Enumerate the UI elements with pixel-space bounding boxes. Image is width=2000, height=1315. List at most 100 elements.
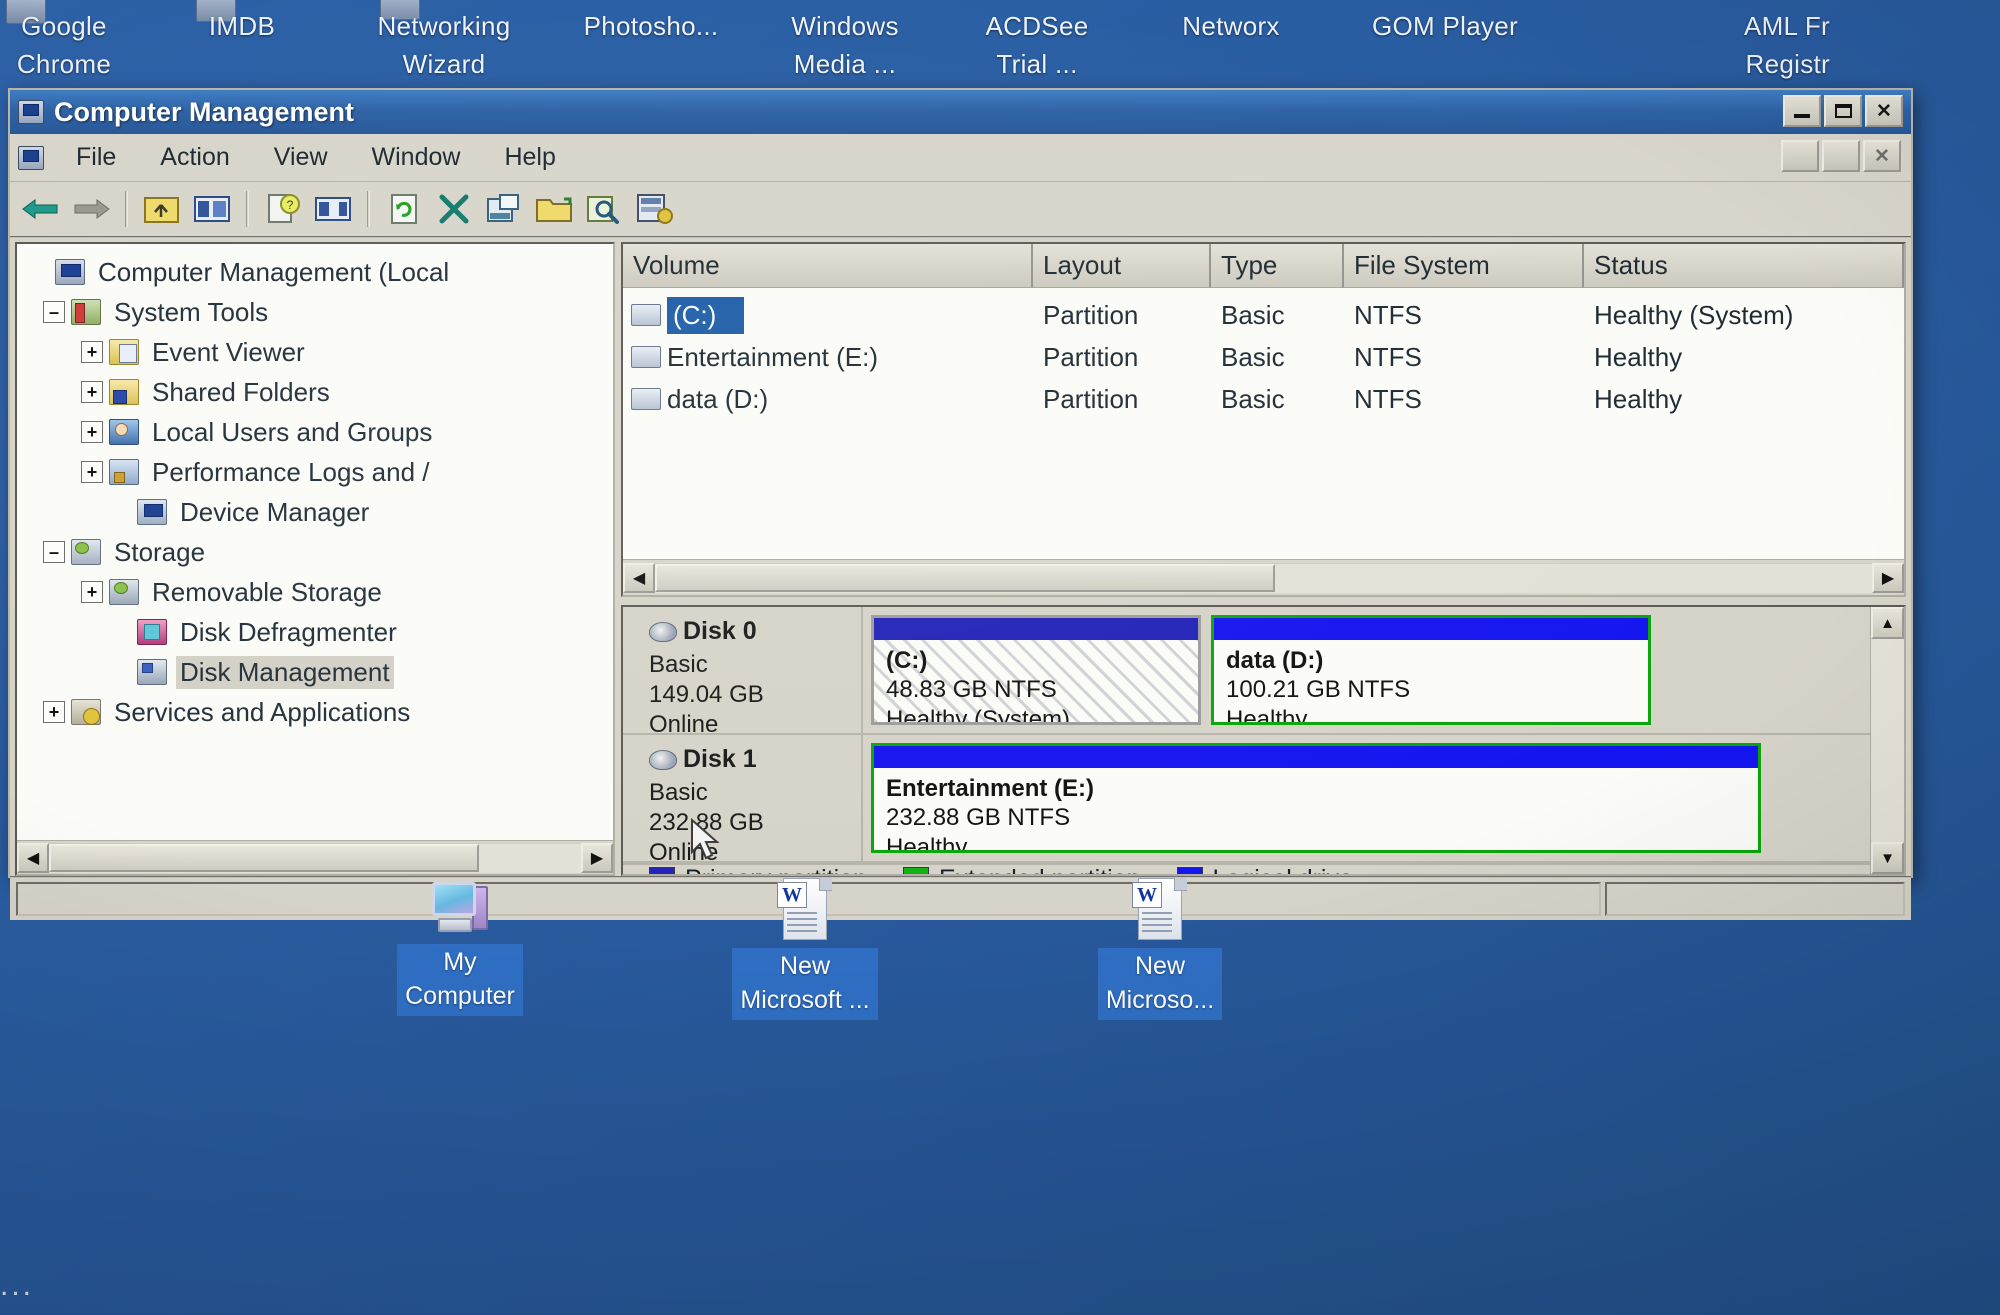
back-button[interactable]	[18, 188, 64, 230]
volume-row-d[interactable]: data (D:) Partition Basic NTFS Healthy	[623, 378, 1904, 420]
maximize-icon	[1834, 104, 1852, 118]
close-icon: ✕	[1874, 145, 1890, 167]
legend-swatch-extended	[903, 866, 929, 874]
menu-window[interactable]: Window	[350, 139, 483, 176]
up-folder-icon	[144, 197, 179, 223]
volume-row-c[interactable]: (C:) Partition Basic NTFS Healthy (Syste…	[623, 294, 1904, 336]
disk-row-0[interactable]: Disk 0 Basic 149.04 GB Online (C:) 48.83…	[623, 607, 1870, 738]
tree-item-performance-logs[interactable]: + Performance Logs and /	[23, 452, 613, 492]
tree-horizontal-scrollbar[interactable]: ◀ ▶	[17, 840, 613, 874]
maximize-button[interactable]	[1824, 95, 1862, 127]
my-computer-icon	[428, 880, 492, 938]
tree-expander-expand[interactable]: +	[81, 421, 103, 443]
forward-button[interactable]	[68, 188, 114, 230]
tree-item-storage[interactable]: – Storage	[23, 532, 613, 572]
tree-item-label: Local Users and Groups	[152, 416, 433, 447]
tree-item-event-viewer[interactable]: + Event Viewer	[23, 332, 613, 372]
disk-settings-button[interactable]	[631, 188, 677, 230]
scroll-thumb[interactable]	[655, 564, 1275, 592]
tree-item-removable-storage[interactable]: + Removable Storage	[23, 572, 613, 612]
column-header-volume[interactable]: Volume	[623, 244, 1033, 288]
console-tree-pane[interactable]: Computer Management (Local – System Tool…	[15, 242, 615, 876]
menu-help[interactable]: Help	[482, 139, 577, 176]
column-header-layout[interactable]: Layout	[1033, 244, 1211, 288]
window-titlebar[interactable]: Computer Management ✕	[10, 90, 1911, 134]
desktop-icon-networking-wizard[interactable]: Networking Wizard	[344, 8, 544, 83]
desktop-icon-windows-media[interactable]: Windows Media ...	[752, 8, 938, 83]
volume-row-e[interactable]: Entertainment (E:) Partition Basic NTFS …	[623, 336, 1904, 378]
column-header-file-system[interactable]: File System	[1344, 244, 1584, 288]
desktop-icon-aml-free-registry[interactable]: AML Fr Registr	[1580, 8, 1830, 83]
tree-expander-expand[interactable]: +	[81, 461, 103, 483]
scroll-thumb[interactable]	[49, 844, 479, 872]
tree-item-label: Device Manager	[180, 496, 370, 527]
tree-item-system-tools[interactable]: – System Tools	[23, 292, 613, 332]
desktop-icon-photoshop[interactable]: Photosho...	[556, 8, 746, 46]
properties-button[interactable]	[481, 188, 527, 230]
partition-d[interactable]: data (D:) 100.21 GB NTFS Healthy	[1211, 615, 1651, 725]
scroll-track[interactable]	[655, 562, 1872, 593]
search-button[interactable]	[581, 188, 627, 230]
show-hide-console-tree-button[interactable]	[189, 188, 235, 230]
volume-file-system: NTFS	[1354, 299, 1422, 330]
disk-view-vertical-scrollbar[interactable]: ▲ ▼	[1870, 607, 1904, 874]
scroll-up-arrow-icon[interactable]: ▲	[1871, 607, 1904, 639]
menu-view[interactable]: View	[252, 139, 350, 176]
tree-item-local-users-and-groups[interactable]: + Local Users and Groups	[23, 412, 613, 452]
disk-row-1[interactable]: Disk 1 Basic 232.88 GB Online Entertainm…	[623, 735, 1870, 866]
volume-list[interactable]: Volume Layout Type File System Status (C…	[621, 242, 1906, 597]
tree-expander-expand[interactable]: +	[81, 581, 103, 603]
partition-c[interactable]: (C:) 48.83 GB NTFS Healthy (System)	[871, 615, 1201, 725]
minimize-button[interactable]	[1783, 95, 1821, 127]
open-folder-button[interactable]	[531, 188, 577, 230]
desktop-icon-new-microsoft-word-document-2[interactable]: W New Microso...	[1060, 878, 1260, 1020]
delete-button[interactable]	[431, 188, 477, 230]
tree-item-computer-management[interactable]: Computer Management (Local	[23, 252, 613, 292]
desktop-icon-networx[interactable]: Networx	[1136, 8, 1326, 46]
legend-swatch-logical	[1176, 866, 1203, 874]
desktop-icon-imdb[interactable]: IMDB	[172, 8, 312, 46]
partition-e[interactable]: Entertainment (E:) 232.88 GB NTFS Health…	[871, 743, 1761, 853]
scroll-track[interactable]	[49, 842, 581, 873]
split-pane-button[interactable]	[310, 188, 356, 230]
scroll-track[interactable]	[1871, 639, 1904, 842]
scroll-down-arrow-icon[interactable]: ▼	[1871, 842, 1904, 874]
tree-expander-expand[interactable]: +	[81, 381, 103, 403]
volume-list-horizontal-scrollbar[interactable]: ◀ ▶	[623, 559, 1904, 595]
mdi-close-button[interactable]: ✕	[1863, 140, 1901, 172]
close-button[interactable]: ✕	[1865, 95, 1903, 127]
tree-item-shared-folders[interactable]: + Shared Folders	[23, 372, 613, 412]
scroll-right-arrow-icon[interactable]: ▶	[1872, 562, 1904, 593]
tree-expander-expand[interactable]: +	[81, 341, 103, 363]
device-manager-icon	[137, 499, 167, 525]
up-one-level-button[interactable]	[139, 188, 185, 230]
tree-expander-expand[interactable]: +	[43, 701, 65, 723]
tree-item-disk-defragmenter[interactable]: Disk Defragmenter	[23, 612, 613, 652]
legend-item-logical: Logical drive	[1176, 865, 1353, 874]
desktop-icon-google-chrome[interactable]: Google Chrome	[0, 8, 128, 83]
volume-status: Healthy	[1594, 341, 1683, 372]
menu-action[interactable]: Action	[138, 139, 251, 176]
desktop-icon-my-computer[interactable]: My Computer	[360, 880, 560, 1016]
column-header-type[interactable]: Type	[1211, 244, 1344, 288]
tree-item-disk-management[interactable]: Disk Management	[23, 652, 613, 692]
tree-item-services-and-applications[interactable]: + Services and Applications	[23, 692, 613, 732]
scroll-right-arrow-icon[interactable]: ▶	[581, 842, 613, 873]
tree-expander-collapse[interactable]: –	[43, 301, 65, 323]
tree-expander-collapse[interactable]: –	[43, 541, 65, 563]
desktop-icon-acdsee-trial[interactable]: ACDSee Trial ...	[944, 8, 1130, 83]
tree-item-label: Disk Defragmenter	[180, 616, 397, 647]
menubar: File Action View Window Help ✕	[10, 134, 1911, 182]
mdi-minimize-button[interactable]	[1781, 140, 1819, 172]
column-header-status[interactable]: Status	[1584, 244, 1904, 288]
mdi-restore-button[interactable]	[1822, 140, 1860, 172]
menu-file[interactable]: File	[54, 139, 138, 176]
disk-capacity: 149.04 GB	[649, 681, 764, 708]
desktop-icon-gom-player[interactable]: GOM Player	[1330, 8, 1560, 46]
scroll-left-arrow-icon[interactable]: ◀	[623, 562, 655, 593]
tree-item-device-manager[interactable]: Device Manager	[23, 492, 613, 532]
properties-help-button[interactable]: ?	[260, 188, 306, 230]
scroll-left-arrow-icon[interactable]: ◀	[17, 842, 49, 873]
refresh-button[interactable]	[381, 188, 427, 230]
desktop-icon-new-microsoft-word-document-1[interactable]: W New Microsoft ...	[705, 878, 905, 1020]
